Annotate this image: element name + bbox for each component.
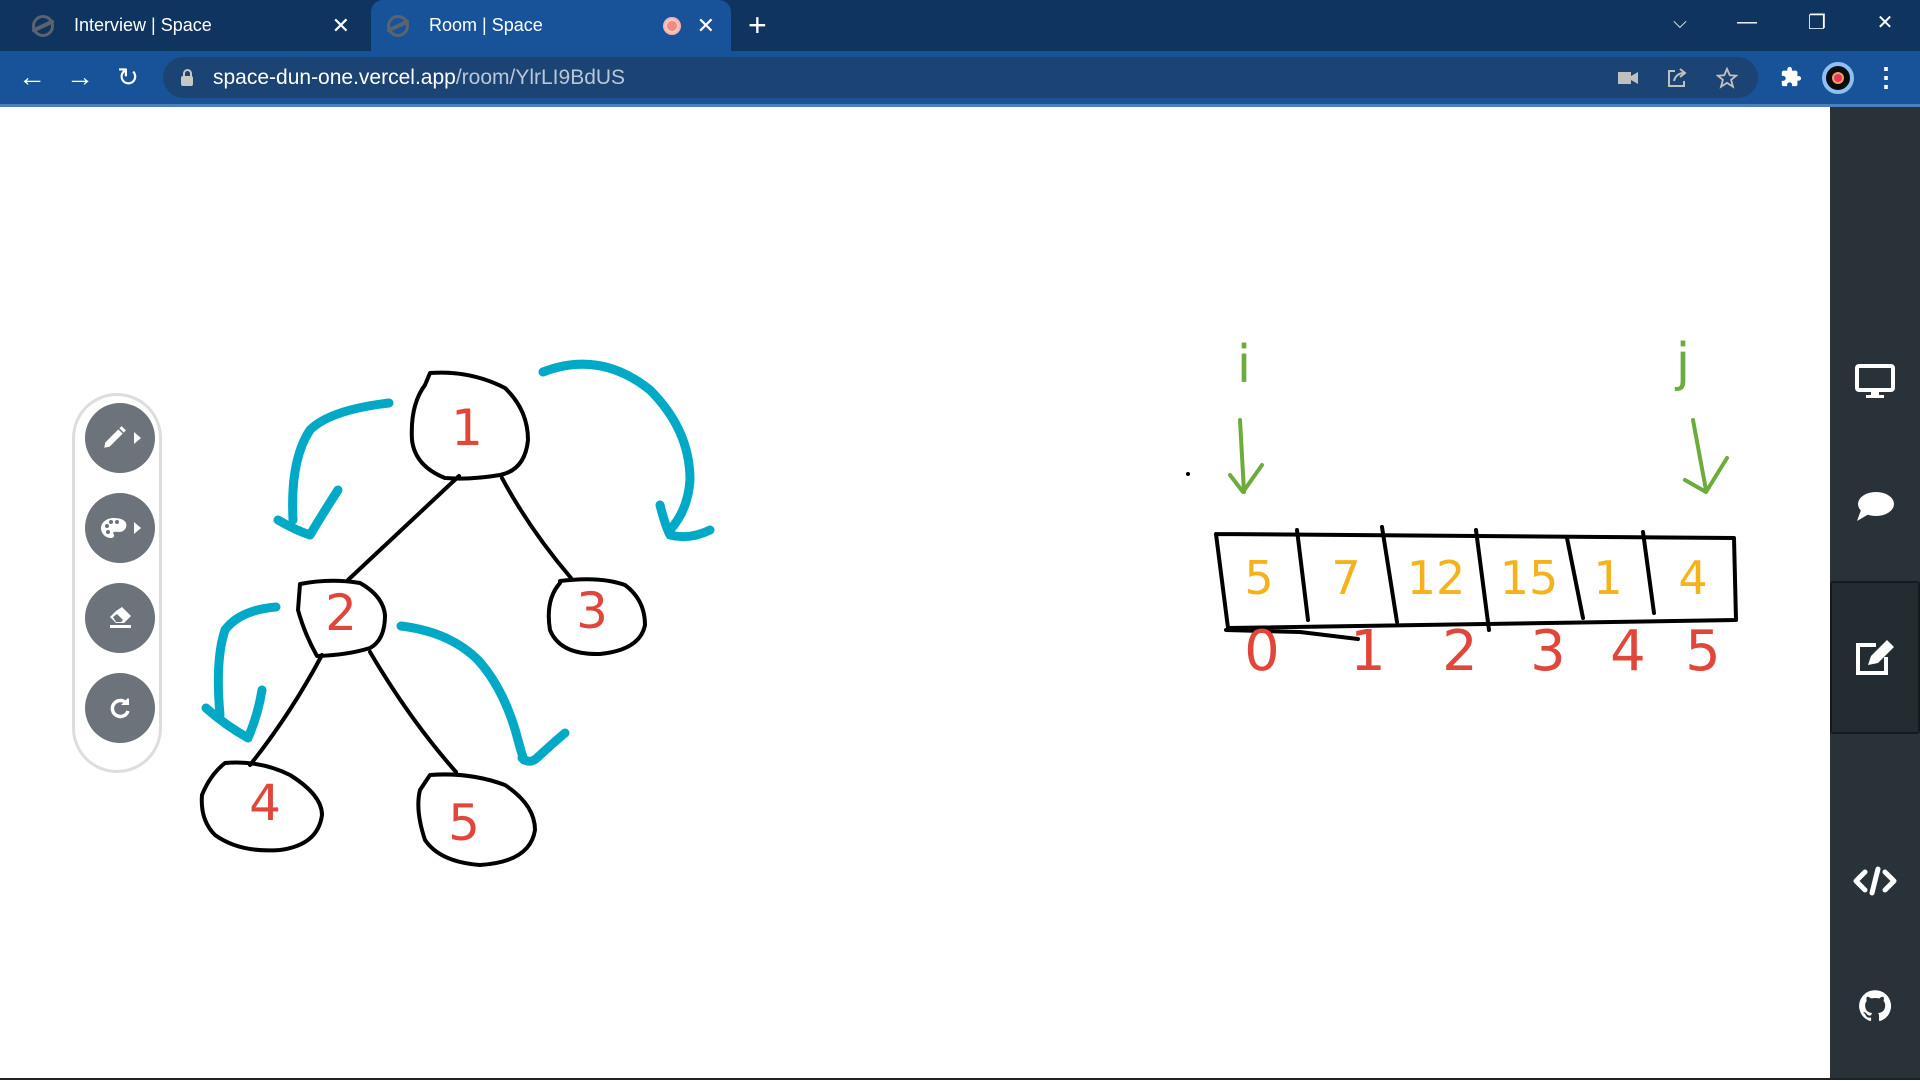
close-icon[interactable]: ✕ [332,13,350,39]
github-icon [1859,990,1892,1022]
chat-bubble-icon [1857,492,1894,521]
tab-search-icon[interactable]: ⌵ [1645,0,1715,44]
sidebar-item-whiteboard[interactable] [1830,581,1920,734]
close-window-button[interactable]: ✕ [1850,0,1920,44]
tab-title: Room | Space [429,15,543,35]
eraser-tool-button[interactable] [85,583,155,653]
redo-icon [110,698,130,719]
tab-room[interactable]: Room | Space ✕ [371,0,731,51]
space-favicon-icon [32,14,54,37]
palette-icon [101,518,127,538]
share-icon[interactable] [1666,67,1688,89]
whiteboard-toolbar [72,393,162,773]
close-icon[interactable]: ✕ [697,13,715,39]
recording-indicator-icon [662,16,681,35]
app-sidebar [1830,107,1920,1078]
pencil-icon [104,426,126,448]
tab-interview[interactable]: Interview | Space ✕ [16,0,366,51]
sidebar-item-chat[interactable] [1830,432,1920,582]
profile-avatar[interactable] [1822,62,1854,94]
code-icon [1853,866,1897,896]
address-bar[interactable]: space-dun-one.vercel.app/room/YlrLI9BdUS [163,57,1758,98]
tab-title: Interview | Space [74,15,212,35]
tab-strip: Interview | Space ✕ Room | Space ✕ + ⌵ —… [0,0,1920,51]
color-tool-button[interactable] [85,493,155,563]
space-favicon-icon [387,14,409,37]
extensions-icon[interactable] [1773,59,1809,95]
submenu-caret-icon [134,522,141,534]
monitor-icon [1855,364,1895,398]
back-button[interactable]: ← [14,59,50,95]
reset-tool-button[interactable] [85,673,155,743]
submenu-caret-icon [134,432,141,444]
camera-icon[interactable] [1618,71,1638,85]
url-host: space-dun-one.vercel.app [213,65,456,89]
new-tab-button[interactable]: + [748,6,767,44]
url-path: /room/YlrLI9BdUS [455,65,626,89]
restore-button[interactable]: ❐ [1782,0,1852,44]
whiteboard-canvas[interactable] [0,107,1830,1078]
minimize-button[interactable]: — [1712,0,1782,44]
browser-toolbar: ← → ↻ space-dun-one.vercel.app/room/YlrL… [0,51,1920,107]
star-icon[interactable] [1716,66,1738,89]
reload-button[interactable]: ↻ [110,59,146,95]
lock-icon[interactable] [181,68,193,86]
eraser-icon [110,607,131,628]
pen-tool-button[interactable] [85,403,155,473]
menu-icon[interactable]: ⋮ [1868,59,1904,95]
forward-button[interactable]: → [62,59,98,95]
edit-icon [1856,639,1894,675]
sidebar-item-github[interactable] [1830,931,1920,1081]
